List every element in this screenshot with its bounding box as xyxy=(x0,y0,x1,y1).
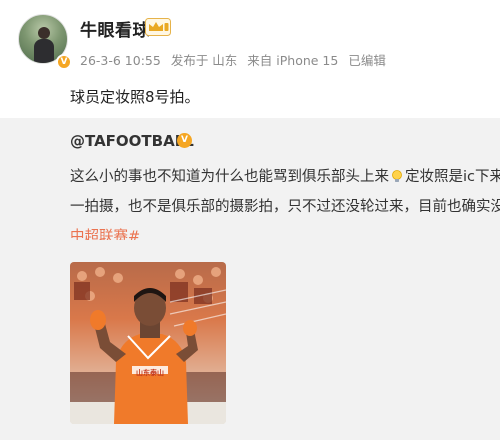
hashtag-link[interactable]: 中超联赛# xyxy=(70,229,140,240)
avatar-figure-body xyxy=(34,39,54,63)
post-text: 球员定妆照8号拍。 xyxy=(70,88,200,106)
post-device: 来自 iPhone 15 xyxy=(247,53,339,68)
avatar-figure-head xyxy=(38,27,50,39)
repost-text-segment: 一拍摄，也不是俱乐部的摄影拍，只不过还没轮过来，目前也确实没拍。 xyxy=(70,199,500,215)
username[interactable]: 牛眼看球 xyxy=(80,16,150,41)
repost-card[interactable]: @TAFOOTBALL V 这么小的事也不知道为什么也能骂到俱乐部头上来 定妆照是… xyxy=(0,118,500,440)
repost-text-line: 中超联赛# xyxy=(70,222,500,240)
repost-text-line: 一拍摄，也不是俱乐部的摄影拍，只不过还没轮过来，目前也确实没拍。#山 xyxy=(70,192,500,222)
image-caption: 山东泰山 xyxy=(136,369,164,377)
repost-text-segment: 定妆照是ic下来团队挨个 xyxy=(405,169,500,185)
repost-text-segment: 这么小的事也不知道为什么也能骂到俱乐部头上来 xyxy=(70,169,389,185)
crown-badge-icon[interactable] xyxy=(145,18,171,36)
verified-v-icon: V xyxy=(56,54,72,70)
post-edited-label[interactable]: 已编辑 xyxy=(348,53,386,68)
repost-image[interactable]: 山东泰山 xyxy=(70,262,226,424)
post-meta: 26-3-6 10:55 发布于 山东 来自 iPhone 15 已编辑 xyxy=(80,50,392,69)
post-header: V 牛眼看球 26-3-6 10:55 发布于 山东 来自 iPhone 15 … xyxy=(10,10,490,74)
repost-author[interactable]: @TAFOOTBALL xyxy=(70,132,194,150)
post-timestamp[interactable]: 26-3-6 10:55 xyxy=(80,53,161,68)
player-photo xyxy=(70,262,226,424)
lightbulb-emoji-icon xyxy=(392,170,402,182)
gold-verified-icon: V xyxy=(177,133,192,148)
repost-text: 这么小的事也不知道为什么也能骂到俱乐部头上来定妆照是ic下来团队挨个 一拍摄，也… xyxy=(70,162,500,240)
post-location: 发布于 山东 xyxy=(170,53,238,68)
repost-text-line: 这么小的事也不知道为什么也能骂到俱乐部头上来定妆照是ic下来团队挨个 xyxy=(70,162,500,192)
